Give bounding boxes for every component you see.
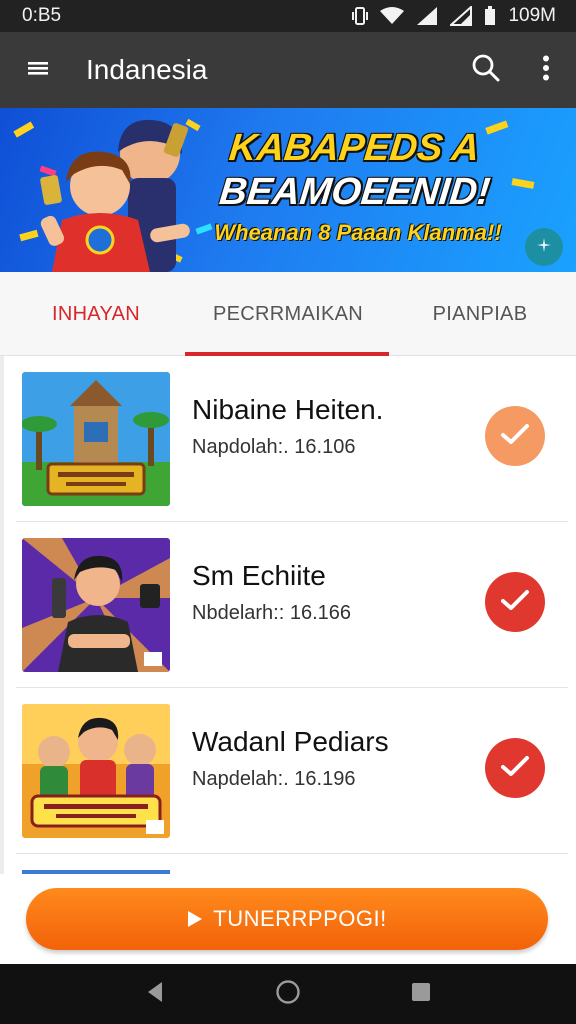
sparkle-icon: [535, 236, 553, 259]
list-item[interactable]: Wadanl Pediars Napdelah:. 16.196: [16, 688, 568, 854]
game-list: Nibaine Heiten. Napdolah:. 16.106 Sm Ech…: [0, 356, 576, 874]
hamburger-icon: [26, 60, 50, 81]
check-button[interactable]: [485, 572, 545, 632]
status-time: 0:B5: [22, 5, 62, 26]
list-item[interactable]: Nibaine Heiten. Napdolah:. 16.106: [16, 356, 568, 522]
banner-headline: KABAPEDS A BEAMOEENID!: [217, 126, 493, 214]
signal-icon-2: [450, 6, 473, 26]
tab-pecrrmaikan[interactable]: PECRRMAIKAN: [192, 272, 384, 356]
check-button[interactable]: [485, 738, 545, 798]
page-title: Indanesia: [86, 54, 208, 85]
primary-action-button[interactable]: TUNERRPPOGI!: [26, 888, 548, 950]
system-nav-bar: [0, 964, 576, 1024]
check-button[interactable]: [485, 406, 545, 466]
primary-action-label: TUNERRPPOGI!: [213, 906, 387, 931]
status-bar: 0:B5 109M: [0, 0, 576, 32]
game-thumbnail: [22, 372, 170, 506]
item-title: Sm Echiite: [192, 560, 326, 591]
status-icons: 109M: [352, 5, 556, 27]
promo-banner[interactable]: KABAPEDS A BEAMOEENID! Wheanan 8 Paaan K…: [0, 108, 576, 272]
back-button[interactable]: [144, 980, 166, 1009]
signal-icon: [416, 6, 438, 26]
checkmark-icon: [500, 422, 530, 451]
recents-icon: [411, 982, 430, 1001]
back-icon: [148, 981, 163, 1002]
bottom-action-area: TUNERRPPOGI!: [0, 874, 576, 964]
game-thumbnail: [22, 538, 170, 672]
wifi-icon: [380, 7, 405, 25]
banner-headline-2: BEAMOEENID!: [217, 171, 493, 213]
banner-headline-1: KABAPEDS A: [227, 127, 482, 169]
battery-icon: [484, 6, 496, 26]
more-vert-icon: [542, 55, 550, 86]
battery-text: 109M: [508, 5, 556, 26]
checkmark-icon: [500, 588, 530, 617]
banner-action-button[interactable]: [525, 228, 563, 266]
item-subtitle: Nbdelarh:: 16.166: [192, 602, 352, 624]
search-button[interactable]: [456, 32, 516, 108]
overflow-menu-button[interactable]: [516, 32, 576, 108]
checkmark-icon: [500, 754, 530, 783]
item-subtitle: Napdelah:. 16.196: [192, 768, 356, 790]
tab-pianpiab[interactable]: PIANPIAB: [384, 272, 576, 356]
home-icon: [276, 979, 300, 1004]
menu-button[interactable]: [0, 32, 76, 108]
vibrate-icon: [352, 6, 369, 26]
banner-subline: Wheanan 8 Paaan Klanma!!: [214, 220, 502, 245]
item-title: Wadanl Pediars: [192, 726, 389, 757]
list-card: Nibaine Heiten. Napdolah:. 16.106 Sm Ech…: [4, 356, 576, 874]
tab-bar: INHAYAN PECRRMAIKAN PIANPIAB: [0, 272, 576, 356]
tab-inhayan[interactable]: INHAYAN: [0, 272, 192, 356]
search-icon: [471, 53, 501, 88]
home-button[interactable]: [275, 979, 301, 1010]
recents-button[interactable]: [410, 981, 432, 1008]
app-bar: Indanesia: [0, 32, 576, 108]
play-icon: [187, 910, 203, 928]
list-item[interactable]: Sm Echiite Nbdelarh:: 16.166: [16, 522, 568, 688]
item-subtitle: Napdolah:. 16.106: [192, 436, 356, 458]
item-title: Nibaine Heiten.: [192, 394, 384, 425]
game-thumbnail: [22, 704, 170, 838]
